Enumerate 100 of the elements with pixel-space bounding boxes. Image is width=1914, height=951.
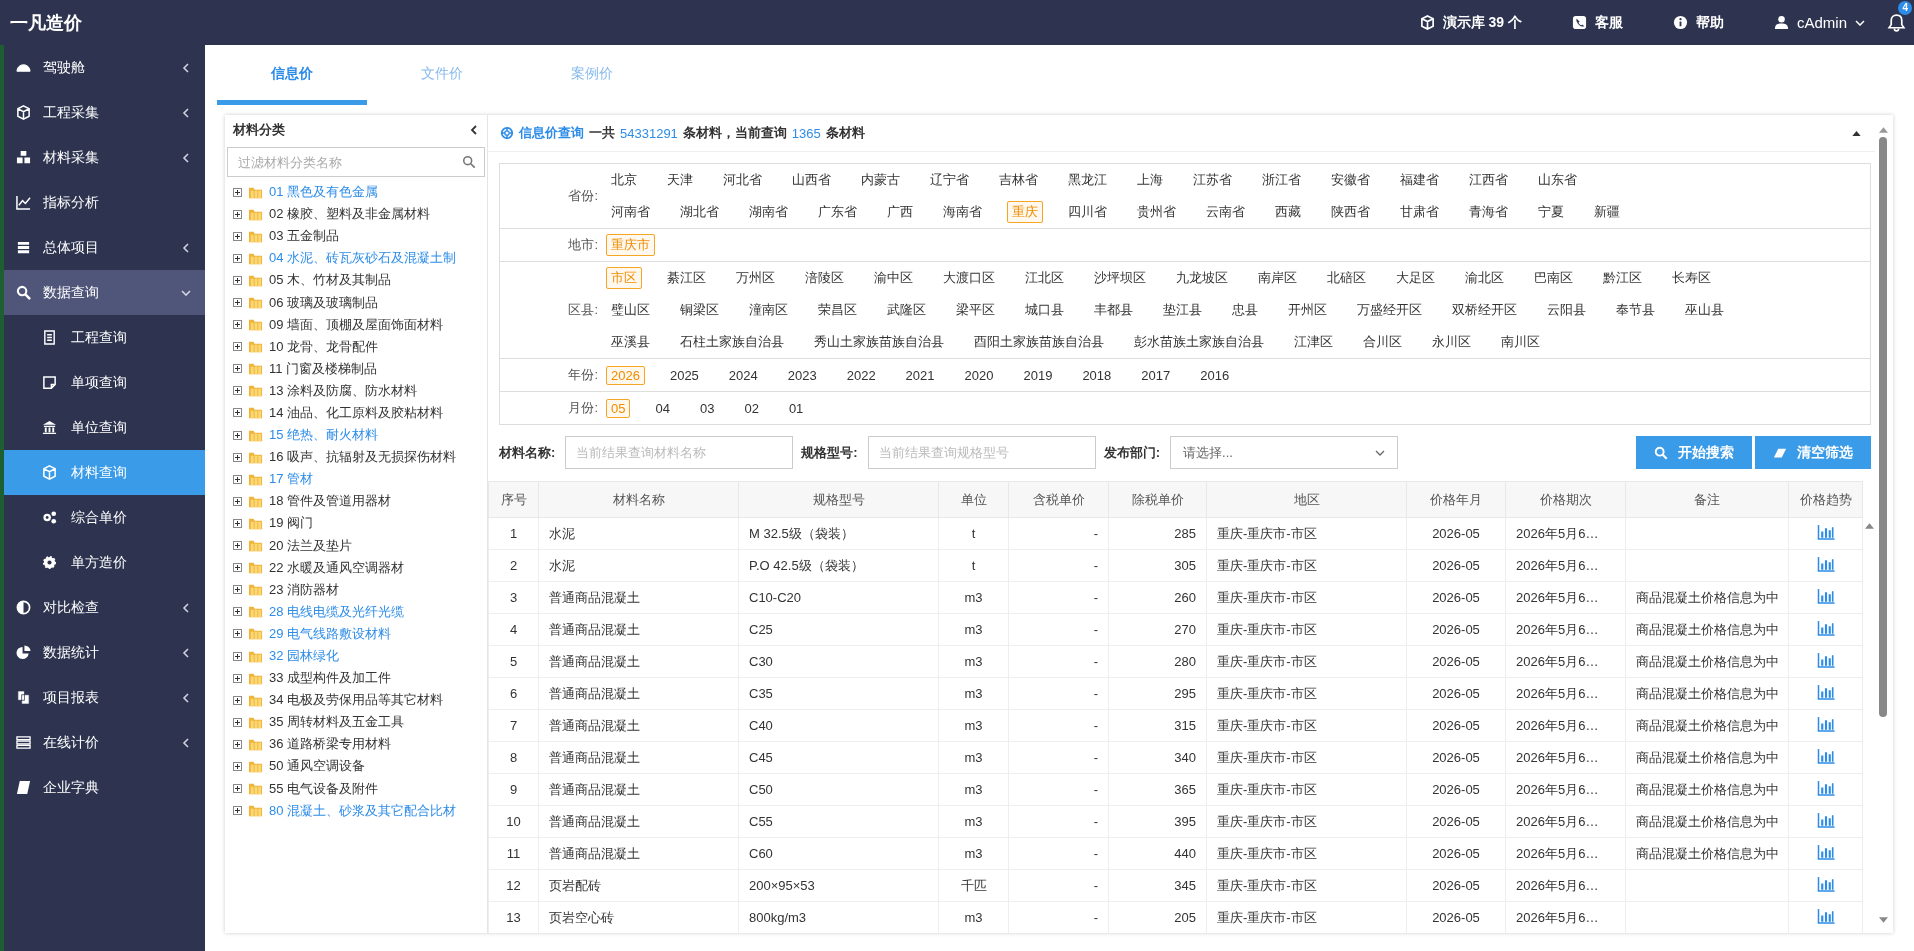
nav-item[interactable]: 数据查询 — [4, 270, 205, 315]
service-link[interactable]: 客服 — [1571, 13, 1623, 32]
expand-icon[interactable] — [233, 717, 242, 727]
expand-icon[interactable] — [233, 231, 242, 241]
bar-chart-icon[interactable] — [1816, 524, 1835, 540]
nav-item[interactable]: 项目报表 — [4, 675, 205, 720]
tree-item[interactable]: 14 油品、化工原料及胶粘材料 — [269, 404, 444, 422]
bar-chart-icon[interactable] — [1816, 684, 1835, 700]
filter-option[interactable]: 云南省 — [1201, 201, 1250, 223]
filter-option[interactable]: 丰都县 — [1089, 299, 1138, 321]
tree-item[interactable]: 29 电气线路敷设材料 — [269, 624, 392, 643]
filter-option[interactable]: 彭水苗族土家族自治县 — [1129, 331, 1269, 353]
expand-icon[interactable] — [233, 430, 242, 440]
filter-option[interactable]: 万盛经开区 — [1352, 299, 1427, 321]
user-menu[interactable]: cAdmin — [1773, 14, 1865, 31]
tree-item[interactable]: 32 园林绿化 — [269, 647, 340, 665]
tree-item[interactable]: 09 墙面、顶棚及屋面饰面材料 — [269, 315, 444, 334]
bar-chart-icon[interactable] — [1816, 652, 1835, 668]
filter-option[interactable]: 江北区 — [1020, 267, 1069, 289]
expand-icon[interactable] — [233, 784, 242, 794]
filter-option[interactable]: 河南省 — [606, 201, 655, 223]
filter-option[interactable]: 武隆区 — [882, 299, 931, 321]
filter-option[interactable]: 巴南区 — [1529, 267, 1578, 289]
filter-option[interactable]: 云阳县 — [1542, 299, 1591, 321]
filter-option[interactable]: 01 — [783, 398, 809, 418]
expand-icon[interactable] — [233, 518, 242, 528]
scroll-up-arrow[interactable] — [1864, 523, 1874, 529]
filter-option[interactable]: 涪陵区 — [800, 267, 849, 289]
expand-icon[interactable] — [233, 695, 242, 705]
filter-field[interactable]: 过滤材料分类名称 — [227, 147, 485, 177]
filter-option[interactable]: 黑龙江 — [1063, 169, 1112, 191]
filter-option[interactable]: 渝中区 — [869, 267, 918, 289]
expand-icon[interactable] — [233, 739, 242, 749]
filter-option[interactable]: 双桥经开区 — [1447, 299, 1522, 321]
expand-icon[interactable] — [233, 806, 242, 816]
expand-icon[interactable] — [233, 187, 242, 197]
tree-item[interactable]: 13 涂料及防腐、防水材料 — [269, 381, 418, 400]
nav-item[interactable]: 企业字典 — [4, 765, 205, 810]
nav-item[interactable]: 总体项目 — [4, 225, 205, 270]
library-link[interactable]: 演示库 39 个 — [1419, 13, 1522, 32]
filter-option[interactable]: 福建省 — [1395, 169, 1444, 191]
filter-option[interactable]: 梁平区 — [951, 299, 1000, 321]
filter-option[interactable]: 江西省 — [1464, 169, 1513, 191]
filter-option[interactable]: 四川省 — [1063, 201, 1112, 223]
expand-icon[interactable] — [233, 585, 242, 595]
filter-option[interactable]: 万州区 — [731, 267, 780, 289]
filter-option[interactable]: 2017 — [1136, 365, 1176, 385]
bar-chart-icon[interactable] — [1816, 716, 1835, 732]
filter-option[interactable]: 大足区 — [1391, 267, 1440, 289]
bar-chart-icon[interactable] — [1816, 748, 1835, 764]
input-field[interactable]: 当前结果查询规格型号 — [867, 436, 1096, 469]
nav-subitem[interactable]: 工程查询 — [4, 315, 205, 360]
filter-option[interactable]: 铜梁区 — [675, 299, 724, 321]
bar-chart-icon[interactable] — [1816, 812, 1835, 828]
tree-item[interactable]: 10 龙骨、龙骨配件 — [269, 337, 379, 356]
tree-item[interactable]: 16 吸声、抗辐射及无损探伤材料 — [269, 448, 457, 467]
filter-option[interactable]: 新疆 — [1589, 201, 1625, 223]
filter-option[interactable]: 2021 — [900, 365, 940, 385]
filter-option[interactable]: 奉节县 — [1611, 299, 1660, 321]
scroll-up-arrow[interactable] — [1878, 127, 1888, 133]
filter-option[interactable]: 陕西省 — [1326, 201, 1375, 223]
input-field[interactable]: 当前结果查询材料名称 — [565, 436, 794, 469]
filter-option[interactable]: 永川区 — [1427, 331, 1476, 353]
filter-option[interactable]: 城口县 — [1020, 299, 1069, 321]
filter-option[interactable]: 江苏省 — [1188, 169, 1237, 191]
tree-item[interactable]: 02 橡胶、塑料及非金属材料 — [269, 205, 431, 224]
expand-icon[interactable] — [233, 386, 242, 396]
expand-icon[interactable] — [233, 253, 242, 263]
filter-option[interactable]: 北京 — [606, 169, 642, 191]
scrollbar[interactable] — [1877, 127, 1889, 923]
filter-option[interactable]: 酉阳土家族苗族自治县 — [969, 331, 1109, 353]
filter-option[interactable]: 广东省 — [813, 201, 862, 223]
tree-item[interactable]: 36 道路桥梁专用材料 — [269, 735, 392, 754]
filter-option[interactable]: 开州区 — [1283, 299, 1332, 321]
bell-icon[interactable] — [1887, 13, 1906, 32]
scroll-down-arrow[interactable] — [1878, 917, 1888, 923]
filter-option[interactable]: 九龙坡区 — [1171, 267, 1233, 289]
expand-icon[interactable] — [233, 452, 242, 462]
filter-option[interactable]: 江津区 — [1289, 331, 1338, 353]
expand-icon[interactable] — [233, 607, 242, 617]
tree-item[interactable]: 20 法兰及垫片 — [269, 536, 353, 555]
tree-item[interactable]: 28 电线电缆及光纤光缆 — [269, 602, 405, 621]
filter-option[interactable]: 青海省 — [1464, 201, 1513, 223]
filter-option[interactable]: 南川区 — [1496, 331, 1545, 353]
filter-option[interactable]: 2020 — [959, 365, 999, 385]
expand-icon[interactable] — [233, 364, 242, 374]
filter-option[interactable]: 长寿区 — [1667, 267, 1716, 289]
tree-item[interactable]: 22 水暖及通风空调器材 — [269, 558, 405, 577]
filter-option[interactable]: 2016 — [1195, 365, 1235, 385]
tree-item[interactable]: 23 消防器材 — [269, 580, 340, 599]
nav-subitem[interactable]: 单位查询 — [4, 405, 205, 450]
expand-icon[interactable] — [233, 762, 242, 771]
filter-option[interactable]: 石柱土家族自治县 — [675, 331, 789, 353]
filter-option[interactable]: 吉林省 — [994, 169, 1043, 191]
filter-option[interactable]: 湖南省 — [744, 201, 793, 223]
expand-icon[interactable] — [233, 408, 242, 418]
nav-item[interactable]: 指标分析 — [4, 180, 205, 225]
filter-option[interactable]: 上海 — [1132, 169, 1168, 191]
filter-option[interactable]: 2025 — [664, 365, 704, 385]
expand-icon[interactable] — [233, 474, 242, 484]
